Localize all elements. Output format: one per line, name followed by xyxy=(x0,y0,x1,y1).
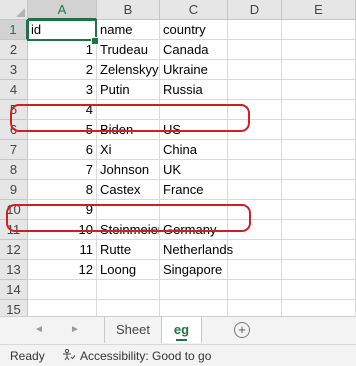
cell-a12[interactable]: 11 xyxy=(28,240,96,260)
cell-a2[interactable]: 1 xyxy=(28,40,96,60)
accessibility-icon-glyph xyxy=(63,348,76,361)
column-header-c[interactable]: C xyxy=(160,0,228,20)
cell-b4[interactable]: Putin xyxy=(97,80,159,100)
fill-handle[interactable] xyxy=(91,37,99,45)
cell-c3[interactable]: Ukraine xyxy=(160,60,227,80)
cell-b7[interactable]: Xi xyxy=(97,140,159,160)
active-tab-underline xyxy=(176,339,187,341)
cell-c7[interactable]: China xyxy=(160,140,227,160)
highlight-row-5-marker xyxy=(10,104,250,132)
cell-c9[interactable]: France xyxy=(160,180,227,200)
cell-a13[interactable]: 12 xyxy=(28,260,96,280)
row-header-8[interactable]: 8 xyxy=(0,160,28,180)
cell-c13[interactable]: Singapore xyxy=(160,260,250,280)
column-header-b[interactable]: B xyxy=(97,0,160,20)
row-header-14[interactable]: 14 xyxy=(0,280,28,300)
sheet-tab-bar: ◄ ► Sheet eg + xyxy=(0,316,356,344)
gridline-horizontal xyxy=(28,299,356,300)
row-header-12[interactable]: 12 xyxy=(0,240,28,260)
cell-b12[interactable]: Rutte xyxy=(97,240,159,260)
cell-b2[interactable]: Trudeau xyxy=(97,40,159,60)
row-header-15[interactable]: 15 xyxy=(0,300,28,316)
cell-a9[interactable]: 8 xyxy=(28,180,96,200)
cell-a4[interactable]: 3 xyxy=(28,80,96,100)
cell-a3[interactable]: 2 xyxy=(28,60,96,80)
cell-b8[interactable]: Johnson xyxy=(97,160,159,180)
cell-b1[interactable]: name xyxy=(97,20,159,40)
active-cell-border xyxy=(27,19,97,41)
column-header-e[interactable]: E xyxy=(282,0,356,20)
tab-eg[interactable]: eg xyxy=(162,317,202,343)
status-bar: Ready Accessibility: Good to go xyxy=(0,344,356,366)
status-ready-text: Ready xyxy=(10,349,45,363)
column-header-a[interactable]: A xyxy=(28,0,97,20)
row-header-3[interactable]: 3 xyxy=(0,60,28,80)
accessibility-status-text[interactable]: Accessibility: Good to go xyxy=(80,349,211,363)
cell-b3[interactable]: Zelenskyy xyxy=(97,60,159,80)
tab-eg-label: eg xyxy=(173,322,190,337)
row-header-1[interactable]: 1 xyxy=(0,20,28,40)
accessibility-icon[interactable] xyxy=(62,348,76,364)
cell-b9[interactable]: Castex xyxy=(97,180,159,200)
select-all-triangle-icon xyxy=(16,8,25,17)
cell-c2[interactable]: Canada xyxy=(160,40,227,60)
scroll-tabs-right-icon[interactable]: ► xyxy=(70,324,80,335)
cell-c12[interactable]: Netherlands xyxy=(160,240,250,260)
cell-c8[interactable]: UK xyxy=(160,160,227,180)
select-all-corner[interactable] xyxy=(0,0,28,20)
spreadsheet-grid[interactable]: A B C D E 1 2 3 4 5 6 7 8 9 10 11 12 13 … xyxy=(0,0,356,316)
row-header-4[interactable]: 4 xyxy=(0,80,28,100)
cell-c4[interactable]: Russia xyxy=(160,80,227,100)
column-header-d[interactable]: D xyxy=(228,0,282,20)
cell-a8[interactable]: 7 xyxy=(28,160,96,180)
scroll-tabs-left-icon[interactable]: ◄ xyxy=(34,324,44,335)
row-header-2[interactable]: 2 xyxy=(0,40,28,60)
cell-a7[interactable]: 6 xyxy=(28,140,96,160)
row-header-7[interactable]: 7 xyxy=(0,140,28,160)
add-sheet-icon[interactable]: + xyxy=(234,322,250,338)
gridline-vertical xyxy=(281,20,282,316)
cell-b13[interactable]: Loong xyxy=(97,260,159,280)
tab-sheet[interactable]: Sheet xyxy=(104,317,162,343)
row-header-9[interactable]: 9 xyxy=(0,180,28,200)
cell-c1[interactable]: country xyxy=(160,20,227,40)
row-header-13[interactable]: 13 xyxy=(0,260,28,280)
highlight-row-10-marker xyxy=(6,204,251,232)
